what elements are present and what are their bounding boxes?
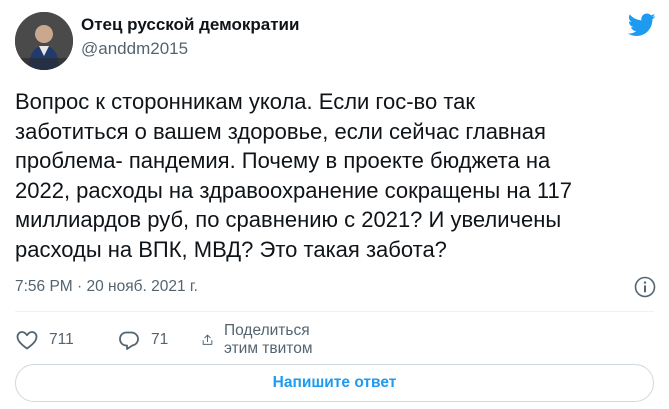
tweet-text-line: проблема- пандемия. Почему в проекте бюд… xyxy=(15,148,551,173)
tweet-text-line: заботиться о вашем здоровье, если сейчас… xyxy=(15,118,546,144)
share-label: Поделиться этим твитом xyxy=(224,322,313,357)
tweet-card: Отец русской демократии @anddm2015 Вопро… xyxy=(0,0,669,409)
twitter-bird-icon[interactable] xyxy=(627,13,656,37)
share-icon xyxy=(202,334,213,345)
author-name[interactable]: Отец русской демократии xyxy=(81,14,299,36)
like-button[interactable]: 711 xyxy=(15,326,74,354)
reply-bubble-icon xyxy=(119,331,139,350)
heart-icon xyxy=(16,331,38,350)
like-count: 711 xyxy=(49,331,74,348)
tweet-text-line: расходы на ВПК, МВД? Это такая забота? xyxy=(15,236,447,262)
divider xyxy=(15,311,654,312)
tweet-timestamp[interactable]: 7:56 PM · 20 нояб. 2021 г. xyxy=(15,278,198,295)
tweet-text: Вопрос к сторонникам укола. Если гос-во … xyxy=(15,87,660,264)
reply-count: 71 xyxy=(151,331,169,348)
write-reply-button[interactable]: Напишите ответ xyxy=(15,364,654,402)
reply-button[interactable]: 71 xyxy=(117,326,168,354)
tweet-text-line: Вопрос к сторонникам укола. Если гос-во … xyxy=(15,89,476,114)
avatar[interactable] xyxy=(15,12,73,70)
info-icon[interactable] xyxy=(634,276,656,298)
tweet-text-line: миллиардов руб, по сравнению с 2021? И у… xyxy=(15,207,562,232)
share-button[interactable]: Поделиться этим твитом xyxy=(201,322,321,357)
tweet-text-line: 2022, расходы на здравоохранение сокраще… xyxy=(15,177,572,203)
author-handle[interactable]: @anddm2015 xyxy=(81,38,299,60)
author-block[interactable]: Отец русской демократии @anddm2015 xyxy=(81,14,299,60)
tweet-meta: 7:56 PM · 20 нояб. 2021 г. xyxy=(15,276,660,298)
